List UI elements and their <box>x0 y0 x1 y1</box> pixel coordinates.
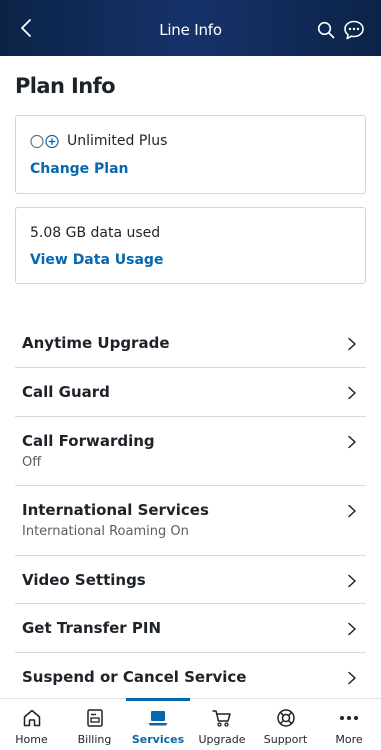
service-label: Suspend or Cancel Service <box>22 668 247 686</box>
service-row-suspend-cancel[interactable]: Suspend or Cancel Service <box>15 653 366 697</box>
tab-label: Services <box>131 733 185 746</box>
service-row-international-services[interactable]: International Services International Roa… <box>15 486 366 556</box>
service-row-anytime-upgrade[interactable]: Anytime Upgrade <box>15 318 366 368</box>
active-tab-indicator <box>126 698 190 701</box>
service-status: Off <box>22 455 42 470</box>
service-label: International Services <box>22 501 209 519</box>
chevron-right-icon <box>348 435 356 449</box>
more-dots-icon <box>340 716 358 720</box>
data-usage-card: 5.08 GB data used View Data Usage <box>15 207 366 284</box>
service-label: Call Guard <box>22 383 110 401</box>
tab-home[interactable]: Home <box>0 699 63 750</box>
page-title: Plan Info <box>15 74 116 98</box>
chevron-right-icon <box>348 504 356 518</box>
plan-card: Unlimited Plus Change Plan <box>15 115 366 194</box>
tab-support[interactable]: Support <box>254 699 317 750</box>
service-label: Call Forwarding <box>22 432 155 450</box>
tab-billing[interactable]: Billing <box>63 699 126 750</box>
chevron-right-icon <box>348 386 356 400</box>
change-plan-link[interactable]: Change Plan <box>30 161 129 177</box>
chevron-right-icon <box>348 671 356 685</box>
service-label: Get Transfer PIN <box>22 619 162 637</box>
tab-label: More <box>335 733 363 746</box>
data-usage-text: 5.08 GB data used <box>30 225 161 241</box>
app-header: Line Info <box>0 0 381 56</box>
tab-more[interactable]: More <box>317 699 381 750</box>
service-label: Anytime Upgrade <box>22 334 170 352</box>
chevron-right-icon <box>348 337 356 351</box>
tab-services[interactable]: Services <box>126 698 190 750</box>
bill-icon <box>86 709 103 727</box>
view-data-usage-link[interactable]: View Data Usage <box>30 252 163 268</box>
bottom-tab-bar: Home Billing Services Upgrade Support Mo… <box>0 698 381 750</box>
plan-name: Unlimited Plus <box>67 133 168 149</box>
plan-toggle-icon <box>30 134 59 149</box>
service-row-video-settings[interactable]: Video Settings <box>15 556 366 604</box>
laptop-icon <box>148 711 168 726</box>
lifebuoy-icon <box>276 709 295 727</box>
cart-icon <box>212 710 231 727</box>
chevron-right-icon <box>348 574 356 588</box>
tab-label: Home <box>15 733 48 746</box>
service-label: Video Settings <box>22 571 146 589</box>
tab-upgrade[interactable]: Upgrade <box>190 699 254 750</box>
service-row-get-transfer-pin[interactable]: Get Transfer PIN <box>15 604 366 653</box>
search-icon[interactable] <box>317 21 335 39</box>
service-row-call-guard[interactable]: Call Guard <box>15 368 366 417</box>
home-icon <box>23 709 40 727</box>
chat-bubble-icon[interactable] <box>343 19 365 41</box>
services-list: Anytime Upgrade Call Guard Call Forwardi… <box>15 318 366 697</box>
tab-label: Upgrade <box>198 733 246 746</box>
service-status: International Roaming On <box>22 524 189 539</box>
service-row-call-forwarding[interactable]: Call Forwarding Off <box>15 417 366 486</box>
tab-label: Support <box>263 733 308 746</box>
chevron-right-icon <box>348 622 356 636</box>
tab-label: Billing <box>77 733 112 746</box>
